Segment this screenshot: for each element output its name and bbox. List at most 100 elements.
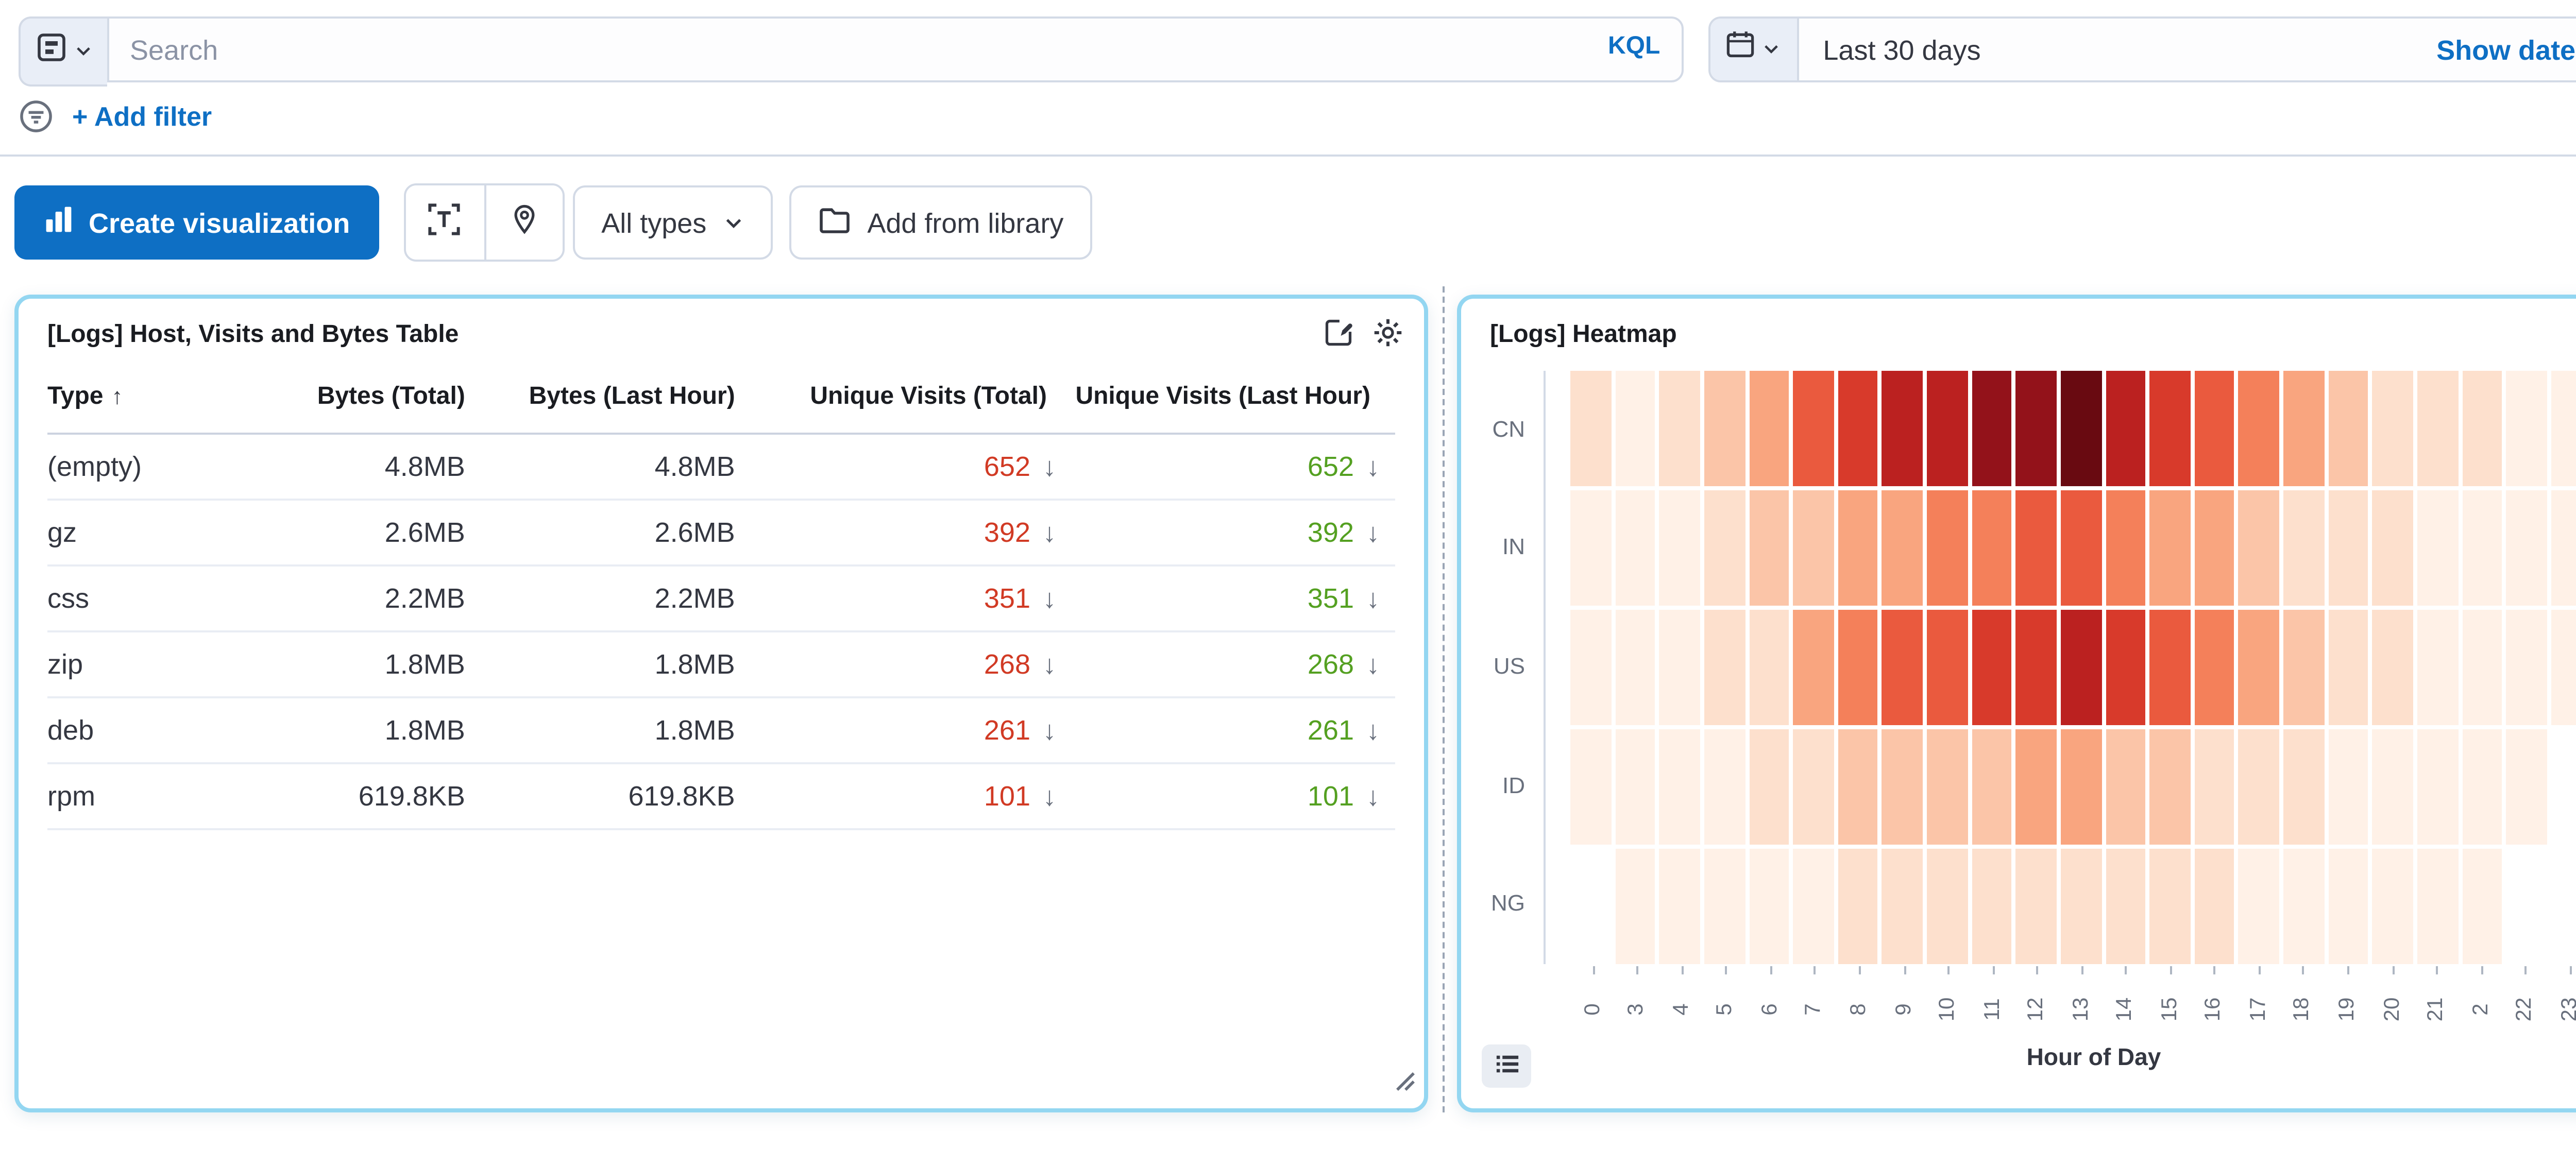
- heatmap-cell[interactable]: [2283, 490, 2324, 606]
- heatmap-cell[interactable]: [2283, 610, 2324, 725]
- column-header-bytes-total[interactable]: Bytes (Total): [236, 358, 465, 434]
- heatmap-cell[interactable]: [2016, 610, 2057, 725]
- heatmap-cell[interactable]: [2016, 849, 2057, 964]
- legend-toggle-button[interactable]: [1482, 1044, 1531, 1088]
- heatmap-cell[interactable]: [2194, 729, 2235, 845]
- heatmap-cell[interactable]: [1883, 490, 1923, 606]
- heatmap-cell[interactable]: [2328, 729, 2369, 845]
- heatmap-cell[interactable]: [2283, 729, 2324, 845]
- heatmap-cell[interactable]: [2417, 490, 2458, 606]
- heatmap-cell[interactable]: [2239, 849, 2280, 964]
- heatmap-cell[interactable]: [2105, 849, 2146, 964]
- heatmap-cell[interactable]: [1972, 371, 2012, 486]
- heatmap-cell[interactable]: [1570, 490, 1611, 606]
- heatmap-cell[interactable]: [2372, 849, 2413, 964]
- gear-icon[interactable]: [1372, 317, 1403, 348]
- heatmap-cell[interactable]: [2283, 371, 2324, 486]
- heatmap-cell[interactable]: [2061, 849, 2102, 964]
- heatmap-cell[interactable]: [1927, 610, 1968, 725]
- heatmap-cell[interactable]: [2462, 849, 2502, 964]
- heatmap-cell[interactable]: [1838, 849, 1878, 964]
- heatmap-cell[interactable]: [1749, 729, 1789, 845]
- add-text-panel-button[interactable]: [405, 185, 484, 260]
- date-picker-menu-button[interactable]: [1709, 19, 1798, 80]
- heatmap-cell[interactable]: [1927, 729, 1968, 845]
- heatmap-cell[interactable]: [1659, 729, 1700, 845]
- kql-toggle[interactable]: KQL: [1608, 31, 1660, 60]
- panel-heatmap-header[interactable]: [Logs] Heatmap: [1461, 299, 2576, 354]
- heatmap-cell[interactable]: [1749, 490, 1789, 606]
- heatmap-cell[interactable]: [2551, 490, 2576, 606]
- heatmap-cell[interactable]: [1883, 849, 1923, 964]
- add-from-library-button[interactable]: Add from library: [789, 185, 1092, 260]
- add-filter-button[interactable]: + Add filter: [72, 101, 212, 132]
- heatmap-cell[interactable]: [1838, 490, 1878, 606]
- heatmap-cell[interactable]: [2194, 610, 2235, 725]
- heatmap-cell[interactable]: [1972, 490, 2012, 606]
- heatmap-cell[interactable]: [2105, 490, 2146, 606]
- heatmap-cell[interactable]: [1927, 849, 1968, 964]
- create-visualization-button[interactable]: Create visualization: [14, 185, 379, 260]
- heatmap-cell[interactable]: [2328, 490, 2369, 606]
- date-range-value[interactable]: Last 30 days: [1798, 34, 2412, 65]
- heatmap-cell[interactable]: [1749, 371, 1789, 486]
- heatmap-cell[interactable]: [2283, 849, 2324, 964]
- heatmap-cell[interactable]: [2016, 490, 2057, 606]
- heatmap-cell[interactable]: [2372, 729, 2413, 845]
- heatmap-cell[interactable]: [2150, 849, 2191, 964]
- heatmap-cell[interactable]: [2150, 490, 2191, 606]
- heatmap-cell[interactable]: [1883, 610, 1923, 725]
- heatmap-cell[interactable]: [1704, 610, 1745, 725]
- heatmap-cell[interactable]: [1570, 729, 1611, 845]
- heatmap-cell[interactable]: [1615, 610, 1656, 725]
- heatmap-cell[interactable]: [2462, 371, 2502, 486]
- heatmap-cell[interactable]: [1704, 371, 1745, 486]
- heatmap-cell[interactable]: [1972, 849, 2012, 964]
- show-dates-button[interactable]: Show dates: [2412, 34, 2576, 65]
- heatmap-cell[interactable]: [1883, 371, 1923, 486]
- heatmap-cell[interactable]: [1749, 610, 1789, 725]
- heatmap-cell[interactable]: [2551, 371, 2576, 486]
- heatmap-cell[interactable]: [1838, 371, 1878, 486]
- heatmap-cell[interactable]: [1659, 371, 1700, 486]
- heatmap-cell[interactable]: [2239, 490, 2280, 606]
- heatmap-cell[interactable]: [1704, 849, 1745, 964]
- heatmap-cell[interactable]: [2417, 610, 2458, 725]
- column-header-bytes-last-hour[interactable]: Bytes (Last Hour): [465, 358, 789, 434]
- heatmap-cell[interactable]: [1659, 849, 1700, 964]
- heatmap-cell[interactable]: [1927, 371, 1968, 486]
- column-header-visits-total[interactable]: Unique Visits (Total): [789, 358, 1072, 434]
- all-types-dropdown[interactable]: All types: [572, 185, 772, 260]
- heatmap-cell[interactable]: [2417, 729, 2458, 845]
- heatmap-cell[interactable]: [2016, 371, 2057, 486]
- heatmap-cell[interactable]: [1615, 729, 1656, 845]
- heatmap-cell[interactable]: [1972, 729, 2012, 845]
- heatmap-cell[interactable]: [2194, 371, 2235, 486]
- column-header-visits-last-hour[interactable]: Unique Visits (Last Hour): [1072, 358, 1395, 434]
- heatmap-cell[interactable]: [2061, 610, 2102, 725]
- heatmap-cell[interactable]: [1570, 371, 1611, 486]
- heatmap-cell[interactable]: [2372, 371, 2413, 486]
- heatmap-cell[interactable]: [1704, 490, 1745, 606]
- add-control-button[interactable]: [484, 185, 562, 260]
- heatmap-cell[interactable]: [1793, 849, 1834, 964]
- heatmap-cell[interactable]: [2328, 610, 2369, 725]
- column-header-type[interactable]: Type↑: [47, 358, 236, 434]
- heatmap-cell[interactable]: [1659, 490, 1700, 606]
- heatmap-cell[interactable]: [2239, 729, 2280, 845]
- heatmap-cell[interactable]: [2462, 729, 2502, 845]
- heatmap-cell[interactable]: [1615, 849, 1656, 964]
- heatmap-cell[interactable]: [1615, 371, 1656, 486]
- heatmap-cell[interactable]: [2061, 729, 2102, 845]
- heatmap-cell[interactable]: [2150, 610, 2191, 725]
- heatmap-cell[interactable]: [2239, 371, 2280, 486]
- heatmap-cell[interactable]: [2462, 490, 2502, 606]
- search-input[interactable]: [107, 16, 1683, 82]
- heatmap-cell[interactable]: [1615, 490, 1656, 606]
- heatmap-cell[interactable]: [2551, 610, 2576, 725]
- heatmap-cell[interactable]: [1749, 849, 1789, 964]
- heatmap-cell[interactable]: [2105, 610, 2146, 725]
- heatmap-cell[interactable]: [2194, 490, 2235, 606]
- panel-table-header[interactable]: [Logs] Host, Visits and Bytes Table: [19, 299, 1424, 354]
- heatmap-cell[interactable]: [2506, 729, 2547, 845]
